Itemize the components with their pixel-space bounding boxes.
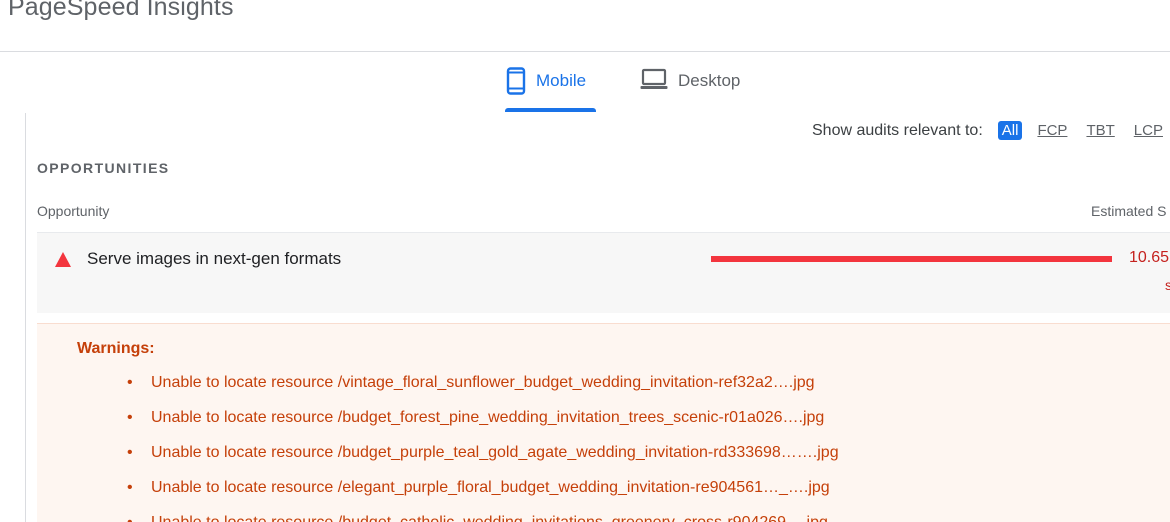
filter-chip-tbt[interactable]: TBT [1082,121,1118,140]
warnings-list: Unable to locate resource /vintage_flora… [127,371,839,522]
column-header-estimated-savings: Estimated S [1091,203,1167,219]
tab-desktop[interactable]: Desktop [640,62,740,112]
warnings-box: Warnings: Unable to locate resource /vin… [37,323,1170,522]
warning-item: Unable to locate resource /elegant_purpl… [127,476,839,511]
savings-bar [711,256,1112,262]
section-title: OPPORTUNITIES [37,160,170,176]
savings-unit: s [1165,277,1170,293]
phone-icon [506,67,526,100]
tab-mobile[interactable]: Mobile [506,62,586,112]
report-left-rule [25,113,26,522]
savings-value: 10.65 [1129,249,1170,266]
filter-label: Show audits relevant to: [812,121,983,139]
warnings-heading: Warnings: [77,340,155,357]
column-header-opportunity: Opportunity [37,203,110,219]
fail-triangle-icon [55,252,71,267]
tab-desktop-label: Desktop [678,71,741,90]
filter-chip-lcp[interactable]: LCP [1130,121,1167,140]
filter-chip-all[interactable]: All [997,121,1023,140]
audit-title: Serve images in next-gen formats [87,249,342,268]
filter-chip-fcp[interactable]: FCP [1033,121,1071,140]
audit-row[interactable]: Serve images in next-gen formats 10.65 s [37,233,1170,313]
audit-filter: Show audits relevant to: All FCP TBT LCP [812,121,1170,140]
app-title: PageSpeed Insights [8,0,234,21]
header-divider [0,51,1170,52]
pagespeed-page: PageSpeed Insights Mobile Desktop Show a… [0,0,1170,522]
warning-item: Unable to locate resource /budget_cathol… [127,511,839,522]
laptop-icon [640,67,668,96]
warning-item: Unable to locate resource /vintage_flora… [127,371,839,406]
active-tab-indicator [505,108,596,112]
warning-item: Unable to locate resource /budget_purple… [127,441,839,476]
tab-mobile-label: Mobile [536,71,587,90]
warning-item: Unable to locate resource /budget_forest… [127,406,839,441]
